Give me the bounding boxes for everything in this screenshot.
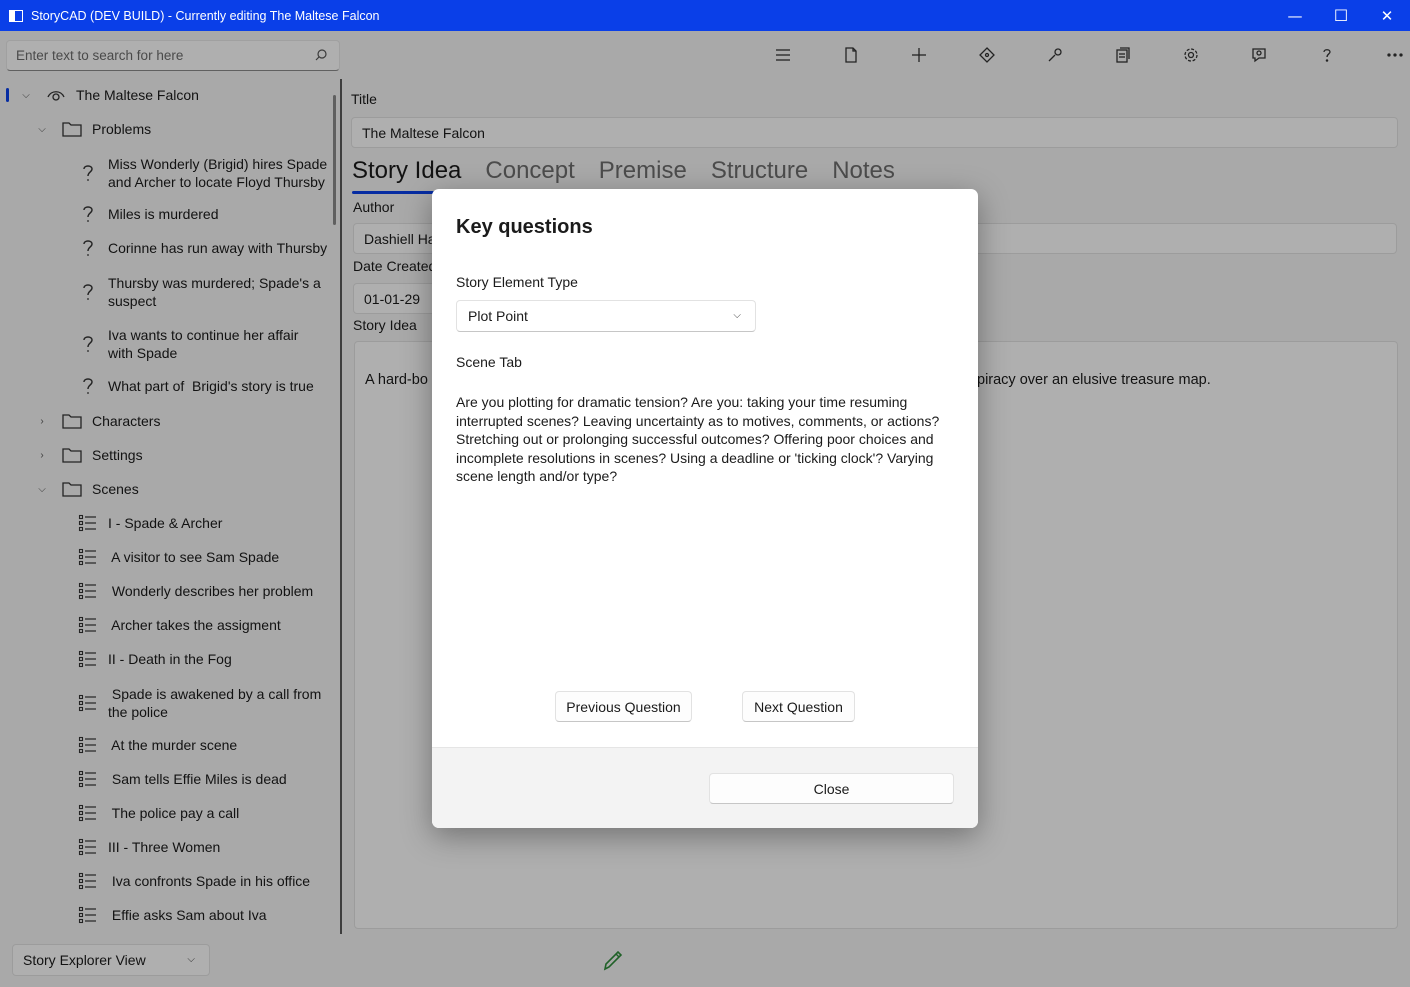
previous-question-button[interactable]: Previous Question — [555, 691, 692, 722]
story-element-type-label: Story Element Type — [456, 274, 578, 290]
combo-selected-value: Plot Point — [468, 308, 528, 324]
question-text: Are you plotting for dramatic tension? A… — [456, 394, 940, 485]
minimize-button[interactable]: — — [1272, 0, 1318, 31]
title-bar: StoryCAD (DEV BUILD) - Currently editing… — [0, 0, 1410, 31]
next-question-button[interactable]: Next Question — [742, 691, 855, 722]
maximize-button[interactable]: ☐ — [1318, 0, 1364, 31]
scene-tab-label: Scene Tab — [456, 354, 522, 370]
story-element-type-combo[interactable]: Plot Point ⌵ — [456, 300, 756, 332]
app-icon — [9, 9, 23, 22]
window-controls: — ☐ ✕ — [1272, 0, 1410, 31]
chevron-down-icon: ⌵ — [733, 310, 741, 321]
dialog-footer: Close — [432, 747, 978, 828]
close-button[interactable]: Close — [709, 773, 954, 804]
dialog-title: Key questions — [456, 216, 593, 238]
close-window-button[interactable]: ✕ — [1364, 0, 1410, 31]
key-questions-dialog: Key questions Story Element Type Plot Po… — [432, 189, 978, 828]
window-title: StoryCAD (DEV BUILD) - Currently editing… — [31, 8, 380, 23]
